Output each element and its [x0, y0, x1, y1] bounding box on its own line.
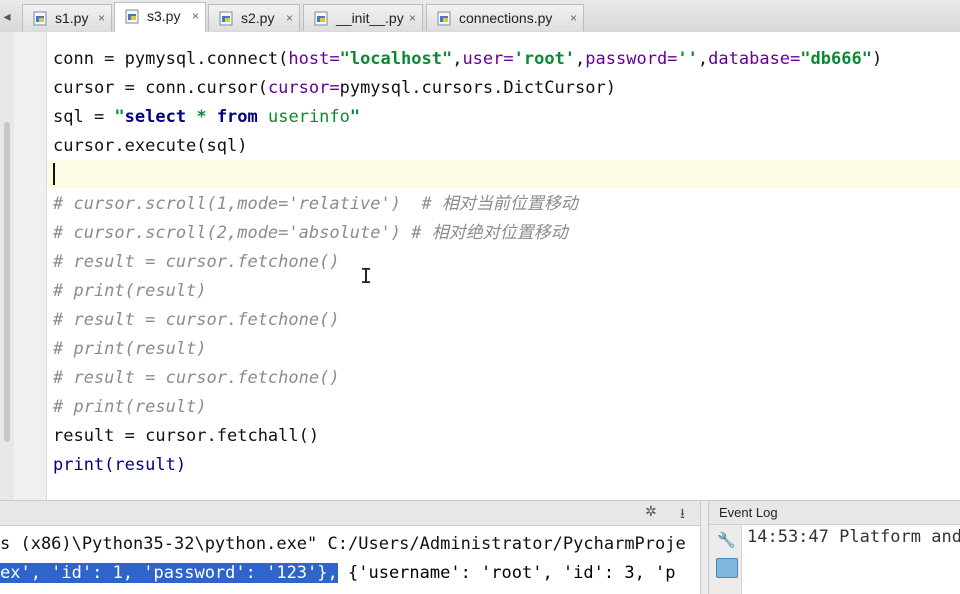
tab-label: __init__.py [336, 10, 404, 26]
string-literal: userinfo [257, 107, 350, 127]
tab-s1[interactable]: s1.py × [22, 4, 112, 31]
tab-connections[interactable]: connections.py × [426, 4, 584, 31]
string-literal: "localhost" [339, 49, 453, 69]
close-icon[interactable]: × [409, 5, 416, 31]
code-text: cursor = conn.cursor( [53, 78, 268, 98]
comment-line: # result = cursor.fetchone() [53, 252, 340, 272]
comma: , [697, 49, 709, 69]
string-quote: " [349, 107, 361, 127]
comment-line: # print(result) [53, 339, 207, 359]
comment-line: # result = cursor.fetchone() [53, 368, 340, 388]
python-file-icon [33, 11, 47, 26]
comment-line: # result = cursor.fetchone() [53, 310, 340, 330]
code-line-sql: sql = "select * from userinfo" [53, 103, 360, 132]
close-icon[interactable]: × [286, 5, 293, 31]
editor-tab-bar: ◂ s1.py × s3.py × s2.py × __init__.py × … [0, 0, 960, 33]
python-file-icon [437, 11, 451, 26]
tab-init[interactable]: __init__.py × [303, 4, 423, 31]
code-line-print: print(result) [53, 451, 186, 480]
sql-keyword: select [124, 107, 187, 127]
tab-label: connections.py [459, 10, 553, 26]
mouse-ibeam-cursor-icon: I [360, 264, 373, 288]
comment-line: # print(result) [53, 397, 207, 417]
tab-s3[interactable]: s3.py × [114, 2, 206, 32]
wrench-icon[interactable]: 🔧 [717, 531, 736, 549]
tab-label: s1.py [55, 10, 89, 26]
python-file-icon [219, 11, 233, 26]
code-line-execute: cursor.execute(sql) [53, 136, 248, 156]
sql-keyword: from [216, 107, 258, 127]
run-panel-header: ✲ ⭳ [0, 501, 700, 526]
console-line-output[interactable]: ex', 'id': 1, 'password': '123'}, {'user… [0, 559, 676, 587]
string-literal: 'root' [513, 49, 576, 69]
param-cursor: cursor= [267, 78, 340, 98]
code-line-cursor: cursor = conn.cursor(cursor=pymysql.curs… [53, 74, 616, 103]
event-log-toolbar: 🔧 [709, 525, 742, 594]
param-host: host= [288, 49, 340, 69]
comma: , [575, 49, 586, 69]
left-scrollbar[interactable] [4, 122, 10, 442]
param-database: database= [708, 49, 801, 69]
selected-output-text[interactable]: ex', 'id': 1, 'password': '123'}, [0, 563, 338, 583]
output-text: {'username': 'root', 'id': 3, 'p [337, 563, 676, 583]
code-area[interactable]: conn = pymysql.connect(host="localhost",… [53, 32, 960, 475]
event-log-panel[interactable]: Event Log 🔧 14:53:47 Platform and [708, 501, 960, 594]
code-text: sql = [53, 107, 115, 127]
event-log-title: Event Log [709, 501, 960, 525]
param-password: password= [585, 49, 678, 69]
tab-scroll-left-button[interactable]: ◂ [0, 4, 14, 28]
run-console-panel[interactable]: ✲ ⭳ s (x86)\Python35-32\python.exe" C:/U… [0, 501, 701, 594]
tab-s2[interactable]: s2.py × [208, 4, 300, 31]
code-text: ) [871, 49, 883, 69]
string-quote: " [114, 107, 125, 127]
code-text: print(result) [53, 455, 187, 475]
code-line-fetchall: result = cursor.fetchall() [53, 426, 320, 446]
string-literal: "db666" [800, 49, 872, 69]
code-text: conn = pymysql.connect( [53, 49, 289, 69]
console-line-command: s (x86)\Python35-32\python.exe" C:/Users… [0, 534, 686, 554]
param-user: user= [462, 49, 514, 69]
code-text: pymysql.cursors.DictCursor) [339, 78, 616, 98]
python-file-icon [125, 9, 139, 24]
event-log-message: 14:53:47 Platform and [747, 527, 960, 547]
close-icon[interactable]: × [98, 5, 105, 31]
tab-label: s3.py [147, 8, 181, 24]
tab-label: s2.py [241, 10, 275, 26]
comment-line: # cursor.scroll(2,mode='absolute') # 相对绝… [53, 223, 568, 243]
gear-icon[interactable]: ✲ [645, 503, 657, 520]
comment-line: # cursor.scroll(1,mode='relative') # 相对当… [53, 194, 578, 214]
editor-gutter [0, 32, 47, 500]
code-line-connect: conn = pymysql.connect(host="localhost",… [53, 45, 882, 74]
close-icon[interactable]: × [192, 3, 199, 29]
comma: , [452, 49, 463, 69]
string-literal: * [186, 107, 217, 127]
message-icon[interactable] [716, 558, 738, 578]
bottom-tool-area: ✲ ⭳ s (x86)\Python35-32\python.exe" C:/U… [0, 500, 960, 594]
code-editor[interactable]: conn = pymysql.connect(host="localhost",… [0, 32, 960, 500]
string-literal: '' [677, 49, 698, 69]
hide-icon[interactable]: ⭳ [680, 503, 685, 527]
close-icon[interactable]: × [570, 5, 577, 31]
python-file-icon [314, 11, 328, 26]
comment-line: # print(result) [53, 281, 207, 301]
